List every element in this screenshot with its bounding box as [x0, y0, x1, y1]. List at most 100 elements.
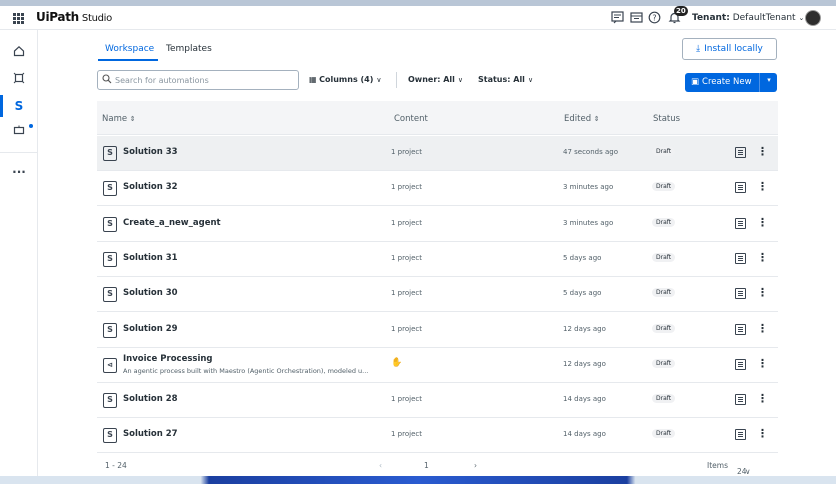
solution-icon: S	[103, 216, 117, 232]
row-content: 1 project	[391, 289, 422, 298]
tab-workspace[interactable]: Workspace	[105, 44, 154, 54]
table-row[interactable]: S Solution 30 1 project 5 days ago Draft ⋮	[97, 277, 778, 313]
help-icon[interactable]: ?	[647, 11, 661, 25]
robot-icon[interactable]	[9, 122, 29, 142]
more-actions-icon[interactable]: ⋮	[757, 321, 768, 337]
next-page-icon[interactable]: ›	[474, 461, 477, 470]
create-label: Create New	[702, 77, 752, 87]
studio-icon[interactable]: S	[9, 96, 29, 116]
more-actions-icon[interactable]: ⋮	[757, 356, 768, 372]
product-name: Studio	[81, 13, 112, 24]
table-row[interactable]: ⊲ Invoice Processing An agentic process bu…	[97, 347, 778, 383]
logo-text: UiPath	[36, 10, 79, 24]
row-name[interactable]: Solution 30	[123, 288, 178, 298]
more-icon[interactable]: ···	[9, 162, 29, 182]
app-logo[interactable]: UiPath Studio	[36, 10, 112, 24]
tenant-selector[interactable]: Tenant: DefaultTenant ⌄	[692, 13, 804, 23]
more-actions-icon[interactable]: ⋮	[757, 215, 768, 231]
row-name[interactable]: Solution 33	[123, 147, 178, 157]
table-row[interactable]: S Solution 27 1 project 14 days ago Draft ⋮	[97, 418, 778, 454]
status-filter[interactable]: Status: All ∨	[478, 75, 533, 84]
table-row[interactable]: S Solution 32 1 project 3 minutes ago Draft ⋮	[97, 171, 778, 207]
owner-filter[interactable]: Owner: All ∨	[408, 75, 463, 84]
details-icon[interactable]	[735, 323, 746, 335]
page-number[interactable]: 1	[424, 461, 429, 470]
row-name[interactable]: Solution 28	[123, 394, 178, 404]
col-content-header: Content	[394, 114, 428, 124]
left-sidebar: S ···	[0, 30, 38, 476]
status-badge: Draft	[652, 323, 676, 333]
status-badge: Draft	[652, 288, 676, 298]
apps-grid-icon[interactable]	[13, 13, 24, 24]
desktop-wallpaper-strip	[0, 476, 836, 484]
status-badge: Draft	[652, 252, 676, 262]
top-header: UiPath Studio ? 20 Tenant: DefaultTenant …	[0, 6, 836, 30]
search-input[interactable]	[115, 73, 295, 87]
solution-icon: S	[103, 428, 117, 444]
row-edited: 14 days ago	[563, 430, 606, 439]
more-actions-icon[interactable]: ⋮	[757, 285, 768, 301]
owner-label: Owner: All	[408, 75, 455, 84]
status-badge: Draft	[652, 147, 676, 156]
more-actions-icon[interactable]: ⋮	[757, 179, 768, 195]
row-edited: 5 days ago	[563, 289, 602, 298]
row-name[interactable]: Solution 32	[123, 182, 178, 192]
solution-icon: S	[103, 146, 117, 161]
sort-icon: ⇕	[593, 115, 600, 123]
create-new-button[interactable]: ▣ Create New ▾	[685, 73, 777, 92]
solution-icon: S	[103, 251, 117, 267]
row-edited: 12 days ago	[563, 324, 606, 333]
studio-app: UiPath Studio ? 20 Tenant: DefaultTenant …	[0, 6, 836, 476]
details-icon[interactable]	[735, 252, 746, 264]
status-badge: Draft	[652, 358, 676, 368]
search-box[interactable]	[97, 70, 299, 90]
more-actions-icon[interactable]: ⋮	[757, 144, 768, 160]
learning-icon[interactable]	[629, 11, 643, 25]
agent-hand-icon: ✋	[391, 357, 403, 368]
details-icon[interactable]	[735, 217, 746, 229]
row-name[interactable]: Solution 27	[123, 429, 178, 439]
status-badge: Draft	[652, 217, 676, 227]
row-description: An agentic process built with Maestro (A…	[123, 366, 369, 375]
prev-page-icon[interactable]: ‹	[379, 461, 382, 470]
table-row[interactable]: S Create_a_new_agent 1 project 3 minutes ag…	[97, 206, 778, 242]
nav-new-indicator	[29, 124, 33, 128]
col-status-header: Status	[653, 114, 681, 124]
sidebar-divider	[0, 152, 38, 153]
home-icon[interactable]	[9, 43, 29, 63]
more-actions-icon[interactable]: ⋮	[757, 250, 768, 266]
row-content: 1 project	[391, 183, 422, 192]
create-dropdown-chevron-icon[interactable]: ▾	[761, 76, 777, 84]
details-icon[interactable]	[735, 288, 746, 300]
details-icon[interactable]	[735, 147, 746, 158]
row-name[interactable]: Invoice Processing	[123, 354, 213, 364]
chevron-down-icon: ⌄	[798, 14, 805, 22]
row-name[interactable]: Solution 31	[123, 253, 178, 263]
range-label: 1 - 24	[105, 461, 127, 470]
tab-templates[interactable]: Templates	[166, 44, 212, 54]
col-edited-header[interactable]: Edited ⇕	[564, 114, 600, 124]
details-icon[interactable]	[735, 394, 746, 406]
details-icon[interactable]	[735, 182, 746, 194]
user-avatar[interactable]	[805, 10, 821, 26]
install-locally-button[interactable]: ⤓ Install locally	[682, 38, 777, 60]
details-icon[interactable]	[735, 358, 746, 370]
table-row[interactable]: S Solution 33 1 project 47 seconds ago Draft…	[97, 136, 778, 171]
row-content: 1 project	[391, 253, 422, 262]
row-name[interactable]: Solution 29	[123, 324, 178, 334]
columns-dropdown[interactable]: ▦ Columns (4) ∨	[309, 75, 382, 84]
process-icon[interactable]	[9, 70, 29, 90]
download-icon: ⤓	[696, 44, 701, 54]
columns-label: Columns (4)	[319, 75, 374, 84]
details-icon[interactable]	[735, 429, 746, 441]
table-row[interactable]: S Solution 29 1 project 12 days ago Draft ⋮	[97, 312, 778, 348]
col-name-label: Name	[102, 114, 128, 124]
row-name[interactable]: Create_a_new_agent	[123, 218, 221, 228]
table-row[interactable]: S Solution 28 1 project 14 days ago Draft ⋮	[97, 383, 778, 419]
create-icon: ▣	[691, 77, 700, 87]
feedback-icon[interactable]	[610, 11, 624, 25]
more-actions-icon[interactable]: ⋮	[757, 391, 768, 407]
col-name-header[interactable]: Name ⇕	[102, 114, 136, 124]
more-actions-icon[interactable]: ⋮	[757, 426, 768, 442]
table-row[interactable]: S Solution 31 1 project 5 days ago Draft ⋮	[97, 241, 778, 277]
